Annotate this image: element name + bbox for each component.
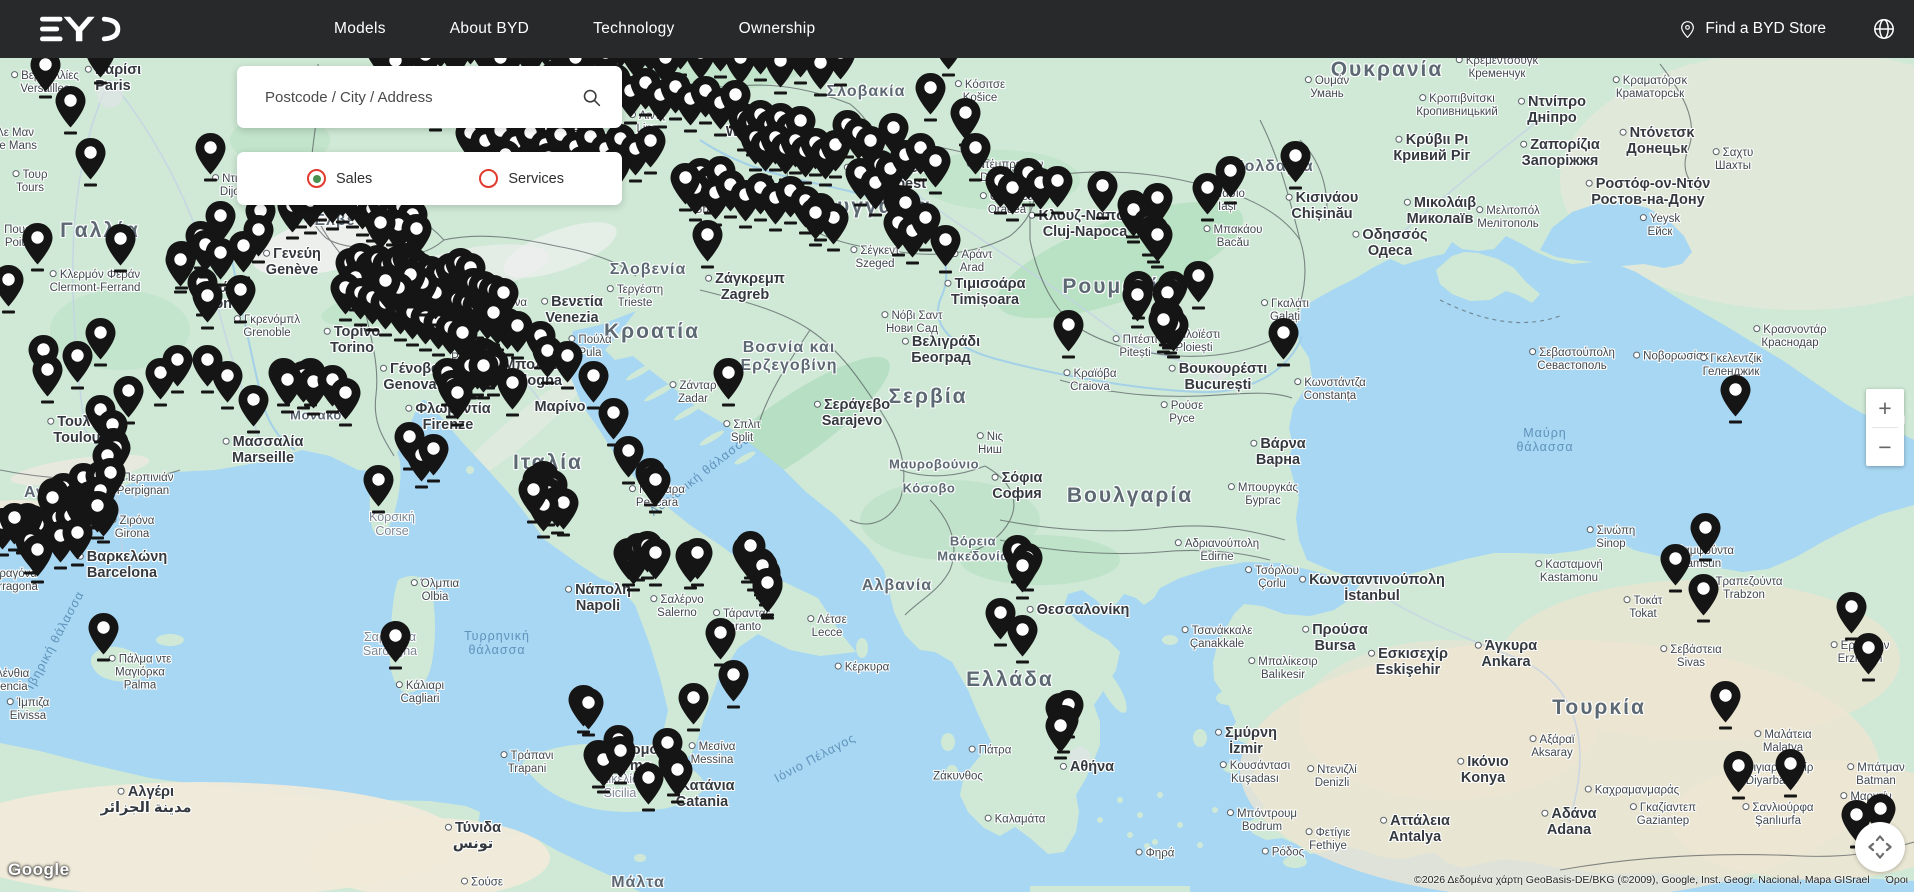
services-label: Services — [508, 171, 564, 187]
store-pin[interactable] — [712, 357, 745, 407]
services-radio[interactable] — [479, 169, 498, 188]
store-type-filter: Sales Services — [237, 152, 622, 205]
store-pin[interactable] — [1052, 309, 1085, 359]
store-pin[interactable] — [639, 537, 672, 587]
store-pin[interactable] — [799, 197, 832, 247]
map[interactable]: ΓαλλίαΕλβετίαΙταλίαΚροατίαΣλοβενίαΣλοβακ… — [0, 0, 1914, 892]
store-pin[interactable] — [1006, 614, 1039, 664]
store-pin[interactable] — [1279, 140, 1312, 190]
store-pin[interactable] — [1141, 219, 1174, 269]
store-pin[interactable] — [112, 375, 145, 425]
store-search-card — [237, 66, 622, 128]
store-pin[interactable] — [919, 145, 952, 195]
top-nav: Models About BYD Technology Ownership Fi… — [0, 0, 1914, 58]
store-pin[interactable] — [1044, 710, 1077, 760]
store-pin[interactable] — [54, 85, 87, 135]
store-pin[interactable] — [1267, 317, 1300, 367]
store-pin[interactable] — [1722, 750, 1755, 800]
store-pin[interactable] — [1147, 304, 1180, 354]
store-pin[interactable] — [194, 132, 227, 182]
nav-item-technology[interactable]: Technology — [593, 20, 674, 38]
store-pin[interactable] — [161, 344, 194, 394]
find-store-link[interactable]: Find a BYD Store — [1679, 20, 1826, 39]
store-pin[interactable] — [914, 72, 947, 122]
store-pin[interactable] — [61, 340, 94, 390]
store-pin[interactable] — [1006, 550, 1039, 600]
store-pin[interactable] — [1182, 260, 1215, 310]
store-pin[interactable] — [227, 230, 260, 280]
nav-item-models[interactable]: Models — [334, 20, 386, 38]
store-pin[interactable] — [717, 659, 750, 709]
store-pin[interactable] — [572, 687, 605, 737]
store-pin[interactable] — [1086, 170, 1119, 220]
store-pin[interactable] — [661, 754, 694, 804]
store-pin[interactable] — [21, 222, 54, 272]
pan-button[interactable] — [1855, 822, 1905, 872]
store-pin[interactable] — [1214, 155, 1247, 205]
store-pin[interactable] — [441, 377, 474, 427]
attribution-text: ©2026 Δεδομένα χάρτη GeoBasis-DE/BKG (©2… — [1414, 874, 1870, 886]
nav-item-about[interactable]: About BYD — [450, 20, 529, 38]
filter-option-sales[interactable]: Sales — [307, 169, 372, 188]
store-pin[interactable] — [379, 620, 412, 670]
store-pin[interactable] — [1852, 632, 1885, 682]
search-input[interactable] — [263, 88, 581, 107]
sales-label: Sales — [336, 171, 372, 187]
store-pin[interactable] — [224, 274, 257, 324]
store-pin[interactable] — [191, 280, 224, 330]
store-pin[interactable] — [1041, 165, 1074, 215]
google-logo: Google — [8, 860, 70, 880]
store-pin[interactable] — [74, 137, 107, 187]
store-pin[interactable] — [271, 364, 304, 414]
store-pin[interactable] — [751, 567, 784, 617]
store-pin[interactable] — [632, 762, 665, 812]
store-pin[interactable] — [1774, 748, 1807, 798]
filter-option-services[interactable]: Services — [479, 169, 564, 188]
language-globe-icon[interactable] — [1872, 17, 1896, 41]
store-pin[interactable] — [677, 682, 710, 732]
store-pin[interactable] — [0, 502, 31, 552]
store-pin[interactable] — [369, 265, 402, 315]
store-pin[interactable] — [87, 612, 120, 662]
store-pin[interactable] — [237, 384, 270, 434]
sales-radio[interactable] — [307, 169, 326, 188]
store-pin[interactable] — [929, 224, 962, 274]
byd-logo[interactable] — [40, 15, 122, 43]
store-pin[interactable] — [639, 464, 672, 514]
map-pins-layer — [0, 0, 1914, 892]
zoom-in-button[interactable]: + — [1866, 389, 1904, 427]
nav-item-ownership[interactable]: Ownership — [739, 20, 816, 38]
store-pin[interactable] — [517, 474, 550, 524]
zoom-control: + − — [1866, 389, 1904, 466]
find-store-label: Find a BYD Store — [1705, 20, 1826, 38]
nav-menu: Models About BYD Technology Ownership — [334, 20, 815, 38]
store-pin[interactable] — [81, 490, 114, 540]
store-pin[interactable] — [691, 219, 724, 269]
map-attribution: ©2026 Δεδομένα χάρτη GeoBasis-DE/BKG (©2… — [1414, 874, 1908, 886]
store-pin[interactable] — [681, 537, 714, 587]
search-icon[interactable] — [581, 87, 602, 108]
store-pin[interactable] — [1687, 573, 1720, 623]
store-pin[interactable] — [496, 367, 529, 417]
store-pin[interactable] — [1719, 374, 1752, 424]
terms-link[interactable]: Όροι — [1886, 874, 1908, 886]
store-pin[interactable] — [669, 162, 702, 212]
store-pin[interactable] — [1709, 680, 1742, 730]
store-pin[interactable] — [104, 223, 137, 273]
store-pin[interactable] — [417, 433, 450, 483]
store-pin[interactable] — [362, 464, 395, 514]
store-pin[interactable] — [1689, 512, 1722, 562]
store-pin[interactable] — [634, 125, 667, 175]
zoom-out-button[interactable]: − — [1866, 428, 1904, 466]
store-pin[interactable] — [329, 377, 362, 427]
location-pin-icon — [1679, 20, 1696, 39]
store-pin[interactable] — [31, 354, 64, 404]
pan-arrows-icon — [1865, 832, 1895, 862]
